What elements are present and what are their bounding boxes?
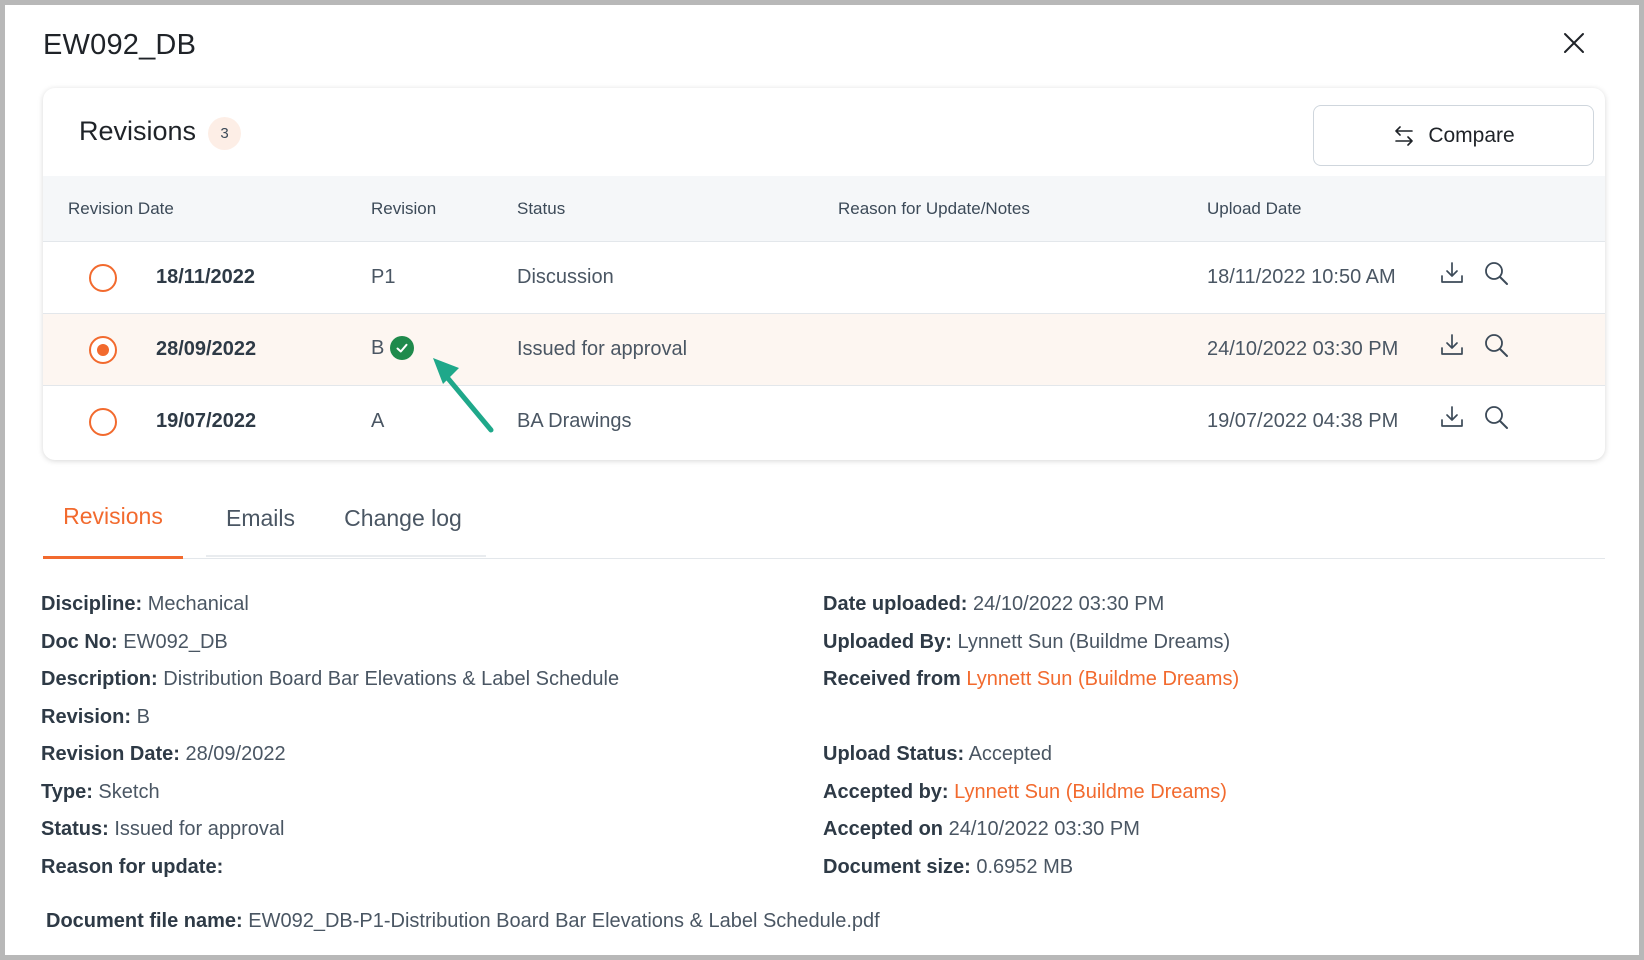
tab-revisions[interactable]: Revisions — [43, 477, 183, 559]
detail-tabs: Revisions Emails Change log — [43, 477, 1605, 559]
detail-date-uploaded: Date uploaded: 24/10/2022 03:30 PM — [823, 593, 1165, 615]
download-button[interactable] — [1435, 328, 1469, 362]
detail-received-from: Received from Lynnett Sun (Buildme Dream… — [823, 668, 1240, 690]
revisions-card-header: Revisions 3 Compare — [43, 88, 1605, 176]
view-button[interactable] — [1479, 400, 1513, 434]
column-notes: Reason for Update/Notes — [838, 199, 1030, 218]
detail-description: Description: Distribution Board Bar Elev… — [41, 668, 620, 690]
revision-modal: EW092_DB Revisions 3 Compare Revision Da… — [5, 5, 1639, 955]
detail-doc-no: Doc No: EW092_DB — [41, 630, 228, 653]
download-button[interactable] — [1435, 400, 1469, 434]
detail-document-file-name: Document file name: EW092_DB-P1-Distribu… — [46, 910, 880, 932]
column-revision: Revision — [371, 199, 437, 218]
download-icon — [1441, 262, 1463, 283]
download-icon — [1441, 334, 1463, 355]
revision-cell: A — [371, 410, 385, 432]
table-row-selected[interactable]: 28/09/2022 B Issued for approval 24/10/2… — [43, 314, 1605, 386]
details-right: Date uploaded: 24/10/2022 03:30 PM Uploa… — [823, 593, 1239, 893]
view-button[interactable] — [1479, 328, 1513, 362]
table-header: Revision Date Revision Status Reason for… — [43, 176, 1605, 242]
search-icon — [1485, 262, 1508, 285]
revision-date-cell: 19/07/2022 — [156, 410, 257, 432]
revision-date-cell: 28/09/2022 — [156, 338, 257, 360]
revisions-card: Revisions 3 Compare Revision Date Revisi… — [43, 88, 1605, 460]
upload-date-cell: 19/07/2022 04:38 PM — [1207, 410, 1399, 432]
revision-radio[interactable] — [89, 264, 117, 292]
table-row[interactable]: 19/07/2022 A BA Drawings 19/07/2022 04:3… — [43, 386, 1605, 458]
detail-discipline: Discipline: Mechanical — [41, 593, 249, 615]
detail-upload-status: Upload Status: Accepted — [823, 743, 1052, 765]
compare-button[interactable]: Compare — [1313, 105, 1594, 166]
accepted-by-link[interactable]: Lynnett Sun (Buildme Dreams) — [954, 781, 1227, 803]
detail-uploaded-by: Uploaded By: Lynnett Sun (Buildme Dreams… — [823, 630, 1231, 653]
accepted-check-icon — [390, 336, 415, 360]
revision-radio-checked[interactable] — [89, 336, 117, 364]
tab-emails[interactable]: Emails — [213, 477, 308, 559]
close-icon — [1564, 33, 1584, 53]
status-cell: Issued for approval — [517, 338, 688, 360]
revision-date-cell: 18/11/2022 — [156, 266, 255, 288]
revision-cell: P1 — [371, 266, 396, 288]
column-upload-date: Upload Date — [1207, 199, 1302, 218]
close-button[interactable] — [1558, 27, 1590, 59]
column-status: Status — [517, 199, 566, 218]
view-button[interactable] — [1479, 256, 1513, 290]
status-cell: Discussion — [517, 266, 614, 288]
status-cell: BA Drawings — [517, 410, 632, 432]
revision-radio[interactable] — [89, 408, 117, 436]
revisions-count-badge: 3 — [208, 117, 241, 150]
download-button[interactable] — [1435, 256, 1469, 290]
detail-document-size: Document size: 0.6952 MB — [823, 855, 1074, 878]
detail-status: Status: Issued for approval — [41, 818, 285, 840]
received-from-link[interactable]: Lynnett Sun (Buildme Dreams) — [966, 668, 1239, 690]
table-row[interactable]: 18/11/2022 P1 Discussion 18/11/2022 10:5… — [43, 242, 1605, 314]
detail-revision-date: Revision Date: 28/09/2022 — [41, 743, 286, 765]
revision-value: B — [371, 336, 385, 359]
tab-change-log[interactable]: Change log — [333, 477, 473, 559]
search-icon — [1485, 406, 1508, 429]
revisions-title: Revisions — [79, 116, 197, 146]
modal-title: EW092_DB — [43, 29, 197, 61]
column-revision-date: Revision Date — [68, 199, 174, 218]
detail-accepted-on: Accepted on 24/10/2022 03:30 PM — [823, 818, 1140, 840]
detail-accepted-by: Accepted by: Lynnett Sun (Buildme Dreams… — [823, 780, 1227, 803]
details-left: Discipline: Mechanical Doc No: EW092_DB … — [41, 593, 619, 893]
compare-label: Compare — [1428, 123, 1515, 147]
detail-type: Type: Sketch — [41, 780, 160, 803]
detail-reason-for-update: Reason for update: — [41, 855, 224, 878]
download-icon — [1441, 406, 1463, 427]
detail-revision: Revision: B — [41, 705, 150, 728]
upload-date-cell: 24/10/2022 03:30 PM — [1207, 338, 1399, 360]
upload-date-cell: 18/11/2022 10:50 AM — [1207, 266, 1396, 288]
swap-arrows-icon — [1395, 125, 1414, 146]
revision-cell: B — [371, 336, 415, 360]
search-icon — [1485, 334, 1508, 357]
